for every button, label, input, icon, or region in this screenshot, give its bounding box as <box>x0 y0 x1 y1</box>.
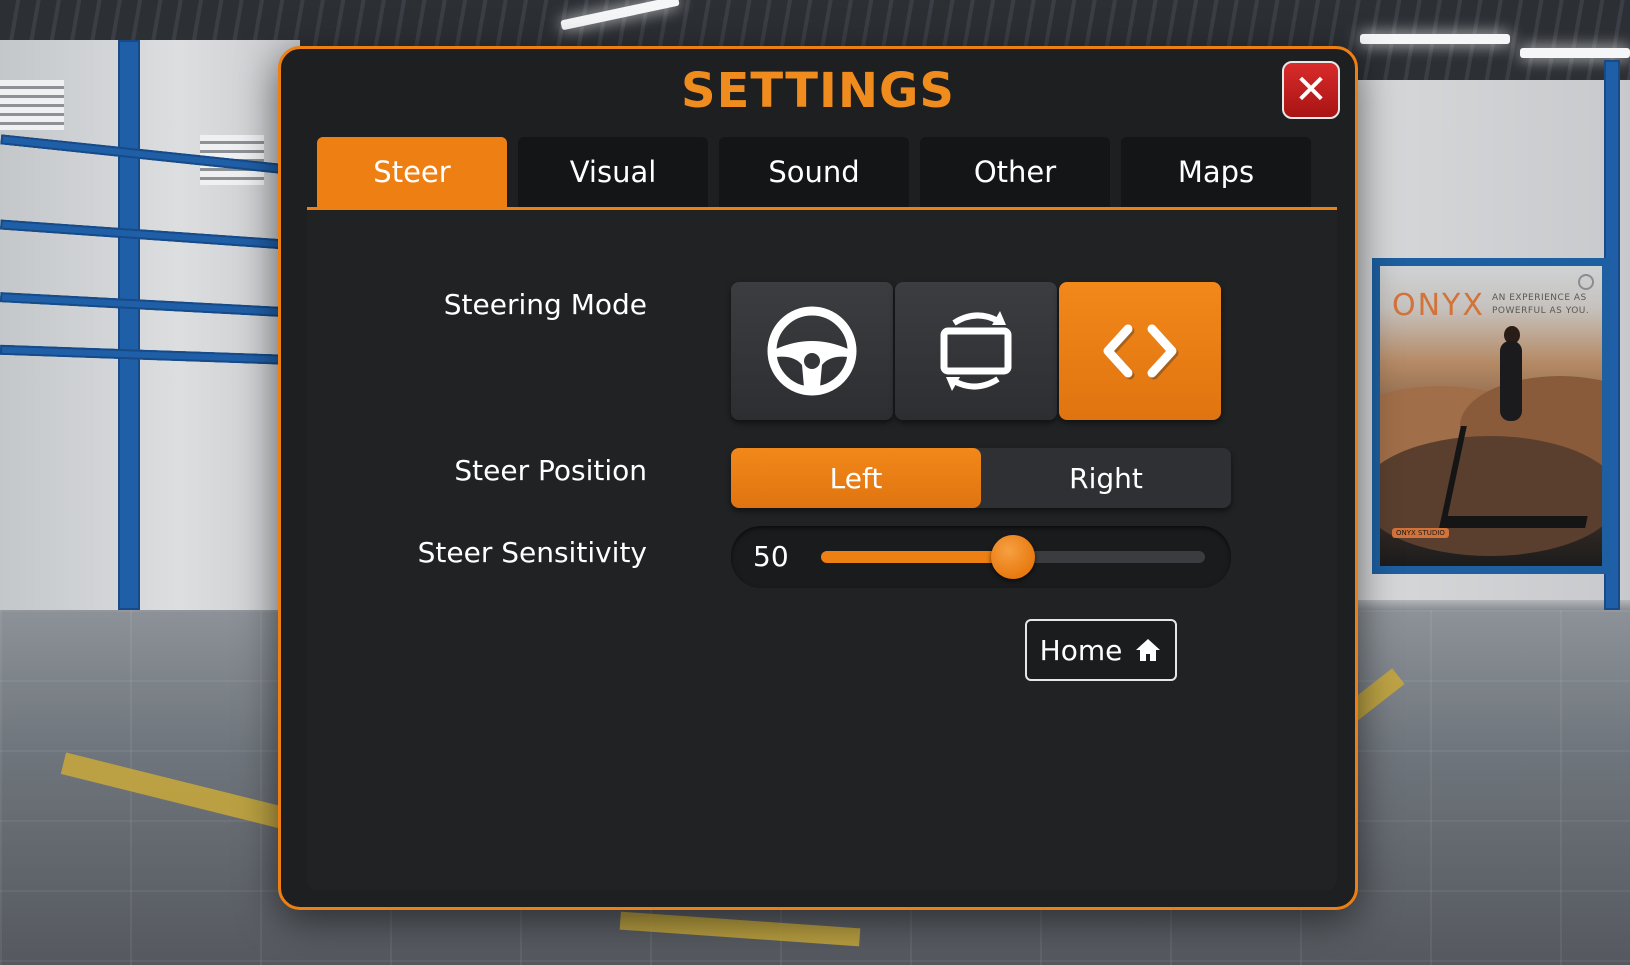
slider-track[interactable] <box>821 535 1205 579</box>
steer-sensitivity-label: Steer Sensitivity <box>417 536 647 569</box>
steering-wheel-icon <box>767 306 857 396</box>
poster-logo-icon <box>1578 274 1594 290</box>
steel-beam <box>118 40 140 610</box>
steer-position-right-button[interactable]: Right <box>981 448 1231 508</box>
poster-badge: ONYX STUDIO <box>1392 528 1449 538</box>
game-scene: ONYX AN EXPERIENCE AS POWERFUL AS YOU. O… <box>0 0 1630 965</box>
ceiling-light <box>1360 34 1510 44</box>
home-icon <box>1136 639 1161 661</box>
steer-position-left-button[interactable]: Left <box>731 448 981 508</box>
tab-visual[interactable]: Visual <box>518 137 708 207</box>
poster-image: ONYX AN EXPERIENCE AS POWERFUL AS YOU. O… <box>1380 266 1602 566</box>
steer-position-label: Steer Position <box>454 454 647 487</box>
advertisement-poster: ONYX AN EXPERIENCE AS POWERFUL AS YOU. O… <box>1372 258 1610 574</box>
poster-brand: ONYX <box>1392 288 1485 323</box>
ceiling-light <box>1520 48 1630 58</box>
settings-tabs: Steer Visual Sound Other Maps <box>317 137 1313 207</box>
home-button-label: Home <box>1039 633 1123 667</box>
steering-wheel-mode-button[interactable] <box>731 282 893 420</box>
poster-treadmill <box>1439 426 1602 528</box>
steer-position-toggle: Left Right <box>731 448 1231 508</box>
tab-other[interactable]: Other <box>920 137 1110 207</box>
steer-panel: Steering Mode Steer Position Left Right … <box>307 210 1337 890</box>
tab-maps[interactable]: Maps <box>1121 137 1311 207</box>
home-button[interactable]: Home <box>1025 619 1177 681</box>
slider-thumb[interactable] <box>991 535 1035 579</box>
steer-sensitivity-value: 50 <box>753 540 789 573</box>
rotate-screen-icon <box>940 311 1012 391</box>
wall-vent <box>0 80 64 130</box>
poster-runner <box>1500 341 1522 421</box>
close-icon: ✕ <box>1294 67 1328 113</box>
settings-dialog: SETTINGS ✕ Steer Visual Sound Other Maps… <box>278 46 1358 910</box>
left-right-arrows-icon <box>1103 324 1179 380</box>
steering-mode-label: Steering Mode <box>443 288 647 321</box>
tab-sound[interactable]: Sound <box>719 137 909 207</box>
slider-fill <box>821 551 1013 563</box>
tab-steer[interactable]: Steer <box>317 137 507 207</box>
poster-tagline: AN EXPERIENCE AS POWERFUL AS YOU. <box>1492 293 1590 316</box>
dialog-title: SETTINGS <box>681 63 955 119</box>
warehouse-wall-left <box>0 40 300 640</box>
steer-sensitivity-slider: 50 <box>731 526 1231 588</box>
close-button[interactable]: ✕ <box>1282 61 1340 119</box>
rotate-screen-mode-button[interactable] <box>895 282 1057 420</box>
arrow-keys-mode-button[interactable] <box>1059 282 1221 420</box>
